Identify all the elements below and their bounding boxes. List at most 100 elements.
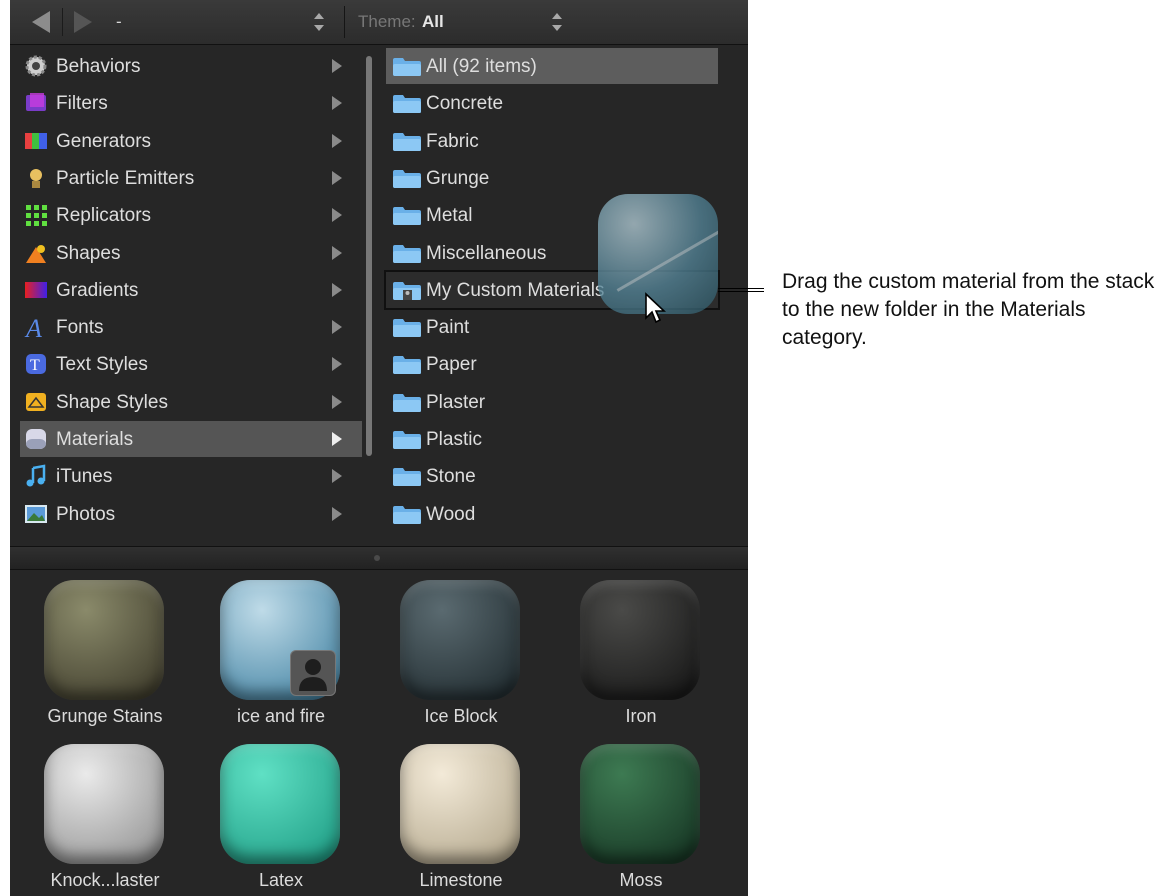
- gear-icon: [24, 54, 48, 78]
- material-label: Iron: [625, 706, 657, 726]
- folder-icon: [392, 57, 422, 77]
- theme-popup[interactable]: Theme: All: [358, 10, 588, 36]
- path-popup-value: -: [116, 12, 122, 31]
- folder-icon: [392, 430, 422, 450]
- disclosure-arrow-icon[interactable]: [332, 282, 342, 297]
- material-tile-latex[interactable]: Latex: [196, 734, 366, 894]
- category-item-text-styles[interactable]: T Text Styles: [20, 346, 362, 382]
- disclosure-arrow-icon[interactable]: [332, 394, 342, 409]
- material-tile-ice-and-fire[interactable]: ice and fire: [196, 570, 366, 730]
- material-tile-knock-laster[interactable]: Knock...laster: [20, 734, 190, 894]
- material-tile-limestone[interactable]: Limestone: [376, 734, 546, 894]
- disclosure-arrow-icon[interactable]: [332, 59, 342, 73]
- folder-icon: [392, 244, 422, 264]
- folder-label: Plastic: [426, 429, 482, 450]
- disclosure-arrow-icon[interactable]: [332, 469, 342, 484]
- folder-item-concrete[interactable]: Concrete: [386, 85, 718, 121]
- folder-item-stone[interactable]: Stone: [386, 458, 718, 494]
- pane-splitter[interactable]: [10, 546, 748, 570]
- category-list: Behaviors Filters Generators Particle Emitt…: [10, 46, 362, 546]
- folder-label: All (92 items): [426, 56, 537, 77]
- disclosure-arrow-icon[interactable]: [332, 320, 342, 335]
- materials-icon: [24, 427, 48, 451]
- material-label: Moss: [619, 870, 663, 890]
- folder-icon: [392, 467, 422, 487]
- category-item-replicators[interactable]: Replicators: [20, 197, 362, 233]
- category-item-generators[interactable]: Generators: [20, 123, 362, 159]
- particle-emitters-icon: [24, 166, 48, 190]
- shapes-icon: [24, 241, 48, 265]
- disclosure-arrow-icon[interactable]: [332, 96, 342, 111]
- category-item-photos[interactable]: Photos: [20, 496, 362, 532]
- folder-item-all-92-items[interactable]: All (92 items): [386, 48, 718, 84]
- material-label: Knock...laster: [50, 870, 160, 890]
- material-tile-moss[interactable]: Moss: [556, 734, 726, 894]
- folder-icon: [392, 94, 422, 114]
- category-label: Replicators: [56, 205, 152, 227]
- folder-item-grunge[interactable]: Grunge: [386, 160, 718, 196]
- forward-arrow-icon[interactable]: [74, 11, 92, 33]
- folder-label: Stone: [426, 466, 476, 488]
- folder-icon: [392, 132, 422, 152]
- material-label: Ice Block: [424, 706, 498, 726]
- folder-item-fabric[interactable]: Fabric: [386, 123, 718, 159]
- category-label: Photos: [56, 503, 116, 525]
- disclosure-arrow-icon[interactable]: [332, 357, 342, 372]
- material-label: Grunge Stains: [47, 706, 163, 726]
- category-label: Behaviors: [56, 56, 141, 77]
- category-label: Text Styles: [56, 354, 148, 376]
- path-popup[interactable]: -: [116, 10, 344, 36]
- category-item-shapes[interactable]: Shapes: [20, 235, 362, 271]
- material-thumbnail: [220, 744, 340, 864]
- folder-icon: [392, 393, 422, 413]
- category-item-particle-emitters[interactable]: Particle Emitters: [20, 160, 362, 196]
- folder-icon: [392, 505, 422, 525]
- back-arrow-icon[interactable]: [32, 11, 50, 33]
- library-panel: - Theme: All Behaviors Filters Generators P…: [10, 0, 748, 896]
- folder-item-plastic[interactable]: Plastic: [386, 421, 718, 457]
- category-item-filters[interactable]: Filters: [20, 85, 362, 121]
- category-item-shape-styles[interactable]: Shape Styles: [20, 384, 362, 420]
- category-label: Filters: [56, 93, 108, 115]
- material-thumbnail: [44, 744, 164, 864]
- folder-label: Paint: [426, 317, 470, 339]
- theme-label: Theme:: [358, 12, 416, 31]
- disclosure-arrow-icon[interactable]: [332, 133, 342, 148]
- category-item-gradients[interactable]: Gradients: [20, 272, 362, 308]
- category-item-fonts[interactable]: A Fonts: [20, 309, 362, 345]
- material-tile-grunge-stains[interactable]: Grunge Stains: [20, 570, 190, 730]
- folder-icon: [392, 169, 422, 189]
- disclosure-arrow-icon[interactable]: [332, 208, 342, 223]
- disclosure-arrow-icon[interactable]: [332, 432, 342, 446]
- material-thumbnail: [580, 744, 700, 864]
- material-tile-ice-block[interactable]: Ice Block: [376, 570, 546, 730]
- disclosure-arrow-icon[interactable]: [332, 506, 342, 521]
- folder-item-wood[interactable]: Wood: [386, 496, 718, 532]
- folder-label: Miscellaneous: [426, 242, 547, 264]
- filters-icon: [24, 91, 48, 115]
- folder-icon: [392, 318, 422, 338]
- splitter-handle[interactable]: [374, 555, 380, 561]
- disclosure-arrow-icon[interactable]: [332, 245, 342, 260]
- material-thumbnail: [580, 580, 700, 700]
- category-item-materials[interactable]: Materials: [20, 421, 362, 457]
- svg-text:A: A: [24, 315, 42, 339]
- library-toolbar: - Theme: All: [10, 0, 748, 45]
- photos-icon: [24, 502, 48, 526]
- mouse-pointer-icon: [645, 292, 667, 324]
- fonts-icon: A: [24, 314, 48, 343]
- folder-item-plaster[interactable]: Plaster: [386, 384, 718, 420]
- folder-label: Fabric: [426, 130, 479, 152]
- category-item-itunes[interactable]: iTunes: [20, 458, 362, 494]
- disclosure-arrow-icon[interactable]: [332, 170, 342, 185]
- folder-label: Paper: [426, 354, 477, 376]
- category-label: Generators: [56, 130, 152, 152]
- material-thumbnail: [400, 744, 520, 864]
- scrollbar[interactable]: [366, 56, 372, 456]
- folder-item-paper[interactable]: Paper: [386, 346, 718, 382]
- material-tile-iron[interactable]: Iron: [556, 570, 726, 730]
- category-item-behaviors[interactable]: Behaviors: [20, 48, 362, 84]
- material-label: ice and fire: [236, 706, 326, 726]
- text-styles-icon: T: [24, 352, 48, 376]
- shape-styles-icon: [24, 390, 48, 414]
